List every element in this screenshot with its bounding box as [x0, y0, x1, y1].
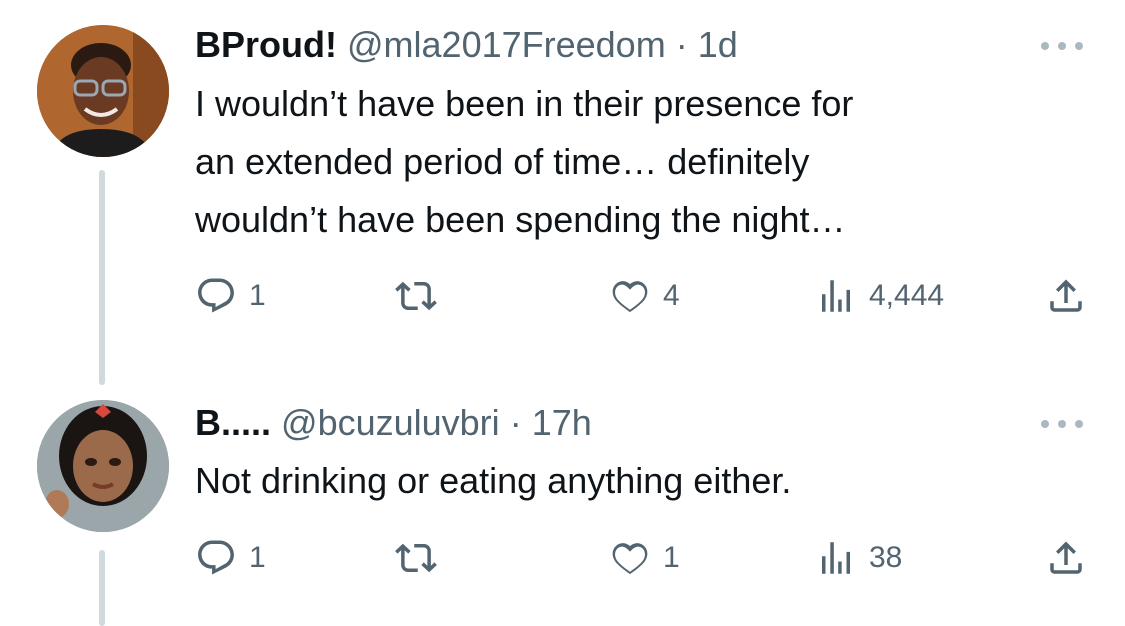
reply-icon: [198, 278, 234, 313]
separator: ·: [675, 24, 688, 65]
dot: [1075, 42, 1083, 50]
avatar-image: [37, 25, 169, 157]
avatar[interactable]: [37, 400, 169, 532]
tweet[interactable]: B..... @bcuzuluvbri · 17h Not drinking o…: [0, 390, 1125, 626]
views-count: 4,444: [869, 279, 945, 312]
retweet-icon: [395, 281, 437, 311]
dot: [1058, 42, 1066, 50]
tweet-header: B..... @bcuzuluvbri · 17h: [195, 402, 592, 444]
separator: ·: [509, 402, 522, 443]
more-icon[interactable]: [1041, 418, 1083, 430]
avatar[interactable]: [37, 25, 169, 157]
like-button[interactable]: 4: [609, 274, 680, 318]
tweet[interactable]: BProud! @mla2017Freedom · 1d I wouldn’t …: [0, 0, 1125, 390]
reply-count: 1: [249, 541, 266, 574]
retweet-button[interactable]: [395, 536, 437, 580]
views-button[interactable]: 38: [815, 536, 902, 580]
dot: [1041, 42, 1049, 50]
display-name[interactable]: B.....: [195, 402, 271, 443]
action-bar: 1 4 4,444: [195, 274, 1087, 318]
like-button[interactable]: 1: [609, 536, 680, 580]
reply-icon: [198, 540, 234, 575]
views-count: 38: [869, 541, 903, 574]
handle[interactable]: @bcuzuluvbri: [281, 402, 500, 443]
reply-count: 1: [249, 279, 266, 312]
like-icon: [612, 281, 648, 313]
reply-button[interactable]: 1: [195, 274, 266, 318]
thread-line: [99, 170, 105, 385]
reply-button[interactable]: 1: [195, 536, 266, 580]
views-button[interactable]: 4,444: [815, 274, 944, 318]
dot: [1058, 420, 1066, 428]
tweet-header: BProud! @mla2017Freedom · 1d: [195, 24, 738, 66]
views-icon: [822, 280, 850, 312]
thread-line: [99, 550, 105, 626]
dot: [1041, 420, 1049, 428]
timestamp[interactable]: 17h: [532, 402, 592, 443]
handle[interactable]: @mla2017Freedom: [347, 24, 666, 65]
display-name[interactable]: BProud!: [195, 24, 337, 65]
more-icon[interactable]: [1041, 40, 1083, 52]
avatar-image: [37, 400, 169, 532]
tweet-text: Not drinking or eating anything either.: [195, 460, 792, 501]
share-button[interactable]: [1045, 274, 1087, 318]
retweet-button[interactable]: [395, 274, 437, 318]
dot: [1075, 420, 1083, 428]
timestamp[interactable]: 1d: [698, 24, 738, 65]
action-bar: 1 1 38: [195, 536, 1087, 580]
like-count: 1: [663, 541, 680, 574]
tweet-text: I wouldn’t have been in their presence f…: [195, 83, 854, 240]
share-icon: [1050, 279, 1082, 312]
share-icon: [1050, 541, 1082, 574]
like-count: 4: [663, 279, 680, 312]
share-button[interactable]: [1045, 536, 1087, 580]
views-icon: [822, 542, 850, 574]
like-icon: [612, 543, 648, 575]
retweet-icon: [395, 543, 437, 573]
